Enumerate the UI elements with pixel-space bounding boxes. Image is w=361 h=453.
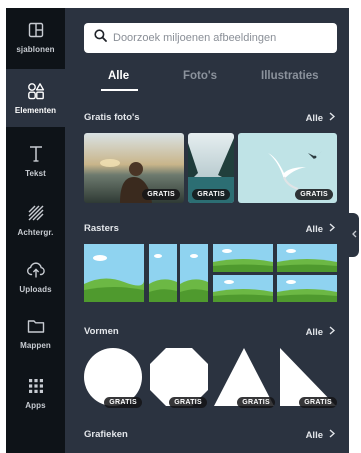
tab-illustrations[interactable]: Illustraties	[261, 70, 319, 82]
chevron-left-icon	[351, 230, 357, 240]
rail-item-templates[interactable]: sjablonen	[6, 8, 65, 66]
landscape-placeholder	[149, 244, 177, 302]
rail-label: Uploads	[19, 285, 52, 294]
see-all-charts-link[interactable]: Alle	[305, 429, 336, 441]
rail-item-text[interactable]: Tekst	[6, 132, 65, 190]
landscape-placeholder	[213, 244, 273, 272]
chevron-right-icon	[329, 429, 336, 441]
rail-item-elements[interactable]: Elementen	[6, 69, 65, 127]
rail-label: sjablonen	[16, 45, 55, 54]
free-badge: GRATIS	[192, 189, 230, 200]
rail-label: Tekst	[25, 169, 46, 178]
see-all-shapes-link[interactable]: Alle	[305, 326, 336, 338]
grid-layout-four-top[interactable]	[277, 244, 337, 272]
active-tab-indicator	[101, 89, 138, 91]
free-badge: GRATIS	[142, 189, 180, 200]
see-all-label: Alle	[305, 223, 323, 235]
grid-layout-single[interactable]	[84, 244, 144, 302]
rail-item-background[interactable]: Achtergr.	[6, 191, 65, 249]
see-all-label: Alle	[305, 429, 323, 441]
grid-layout-four-bottom[interactable]	[277, 275, 337, 302]
shape-triangle[interactable]: GRATIS	[213, 347, 275, 408]
free-badge: GRATIS	[237, 397, 275, 408]
grid-layout-two-col-right[interactable]	[180, 244, 208, 302]
landscape-placeholder	[84, 244, 144, 302]
search-input[interactable]	[113, 32, 323, 44]
chevron-right-icon	[329, 326, 336, 338]
see-all-photos-link[interactable]: Alle	[305, 112, 336, 124]
side-rail: sjablonen Elementen Tekst Achtergr. Uplo…	[6, 8, 65, 453]
chevron-right-icon	[329, 112, 336, 124]
elements-panel: Alle Foto's Illustraties Gratis foto's A…	[65, 8, 349, 453]
section-title-grids: Rasters	[84, 223, 119, 234]
photo-thumb-seagulls[interactable]: GRATIS	[238, 133, 337, 203]
shape-circle[interactable]: GRATIS	[84, 347, 144, 408]
tab-all[interactable]: Alle	[108, 70, 129, 82]
tab-photos[interactable]: Foto's	[183, 70, 217, 82]
see-all-label: Alle	[305, 326, 323, 338]
section-title-shapes: Vormen	[84, 326, 119, 337]
search-bar[interactable]	[84, 23, 337, 53]
rail-item-apps[interactable]: Apps	[6, 364, 65, 422]
section-title-photos: Gratis foto's	[84, 112, 140, 123]
see-all-grids-link[interactable]: Alle	[305, 223, 336, 235]
landscape-placeholder	[180, 244, 208, 302]
tab-bar: Alle Foto's Illustraties	[65, 70, 349, 91]
section-title-charts: Grafieken	[84, 429, 128, 440]
photo-thumb-mountain-lake[interactable]: GRATIS	[188, 133, 234, 203]
templates-icon	[26, 20, 46, 40]
search-icon	[94, 29, 107, 47]
photo-thumb-person-sea[interactable]: GRATIS	[84, 133, 184, 203]
shape-right-triangle[interactable]: GRATIS	[279, 347, 337, 408]
free-badge: GRATIS	[169, 397, 207, 408]
landscape-placeholder	[213, 275, 273, 302]
folder-icon	[26, 316, 46, 336]
free-badge: GRATIS	[104, 397, 142, 408]
rail-label: Apps	[25, 401, 46, 410]
grid-layout-two-row-bottom[interactable]	[213, 275, 273, 302]
see-all-label: Alle	[305, 112, 323, 124]
upload-icon	[26, 260, 46, 280]
rail-label: Achtergr.	[17, 228, 54, 237]
landscape-placeholder	[277, 275, 337, 302]
rail-item-uploads[interactable]: Uploads	[6, 248, 65, 306]
text-icon	[26, 144, 46, 164]
editor-sidebar: sjablonen Elementen Tekst Achtergr. Uplo…	[6, 8, 349, 453]
rail-label: Elementen	[14, 106, 57, 115]
elements-icon	[26, 81, 46, 101]
rail-item-folders[interactable]: Mappen	[6, 304, 65, 362]
free-badge: GRATIS	[299, 397, 337, 408]
rail-label: Mappen	[20, 341, 51, 350]
apps-icon	[26, 376, 46, 396]
free-badge: GRATIS	[295, 189, 333, 200]
chevron-right-icon	[329, 223, 336, 235]
collapse-panel-button[interactable]	[349, 213, 359, 257]
background-icon	[26, 203, 46, 223]
shape-octagon[interactable]: GRATIS	[149, 347, 209, 408]
grid-layout-two-row-top[interactable]	[213, 244, 273, 272]
landscape-placeholder	[277, 244, 337, 272]
grid-layout-two-col-left[interactable]	[149, 244, 177, 302]
